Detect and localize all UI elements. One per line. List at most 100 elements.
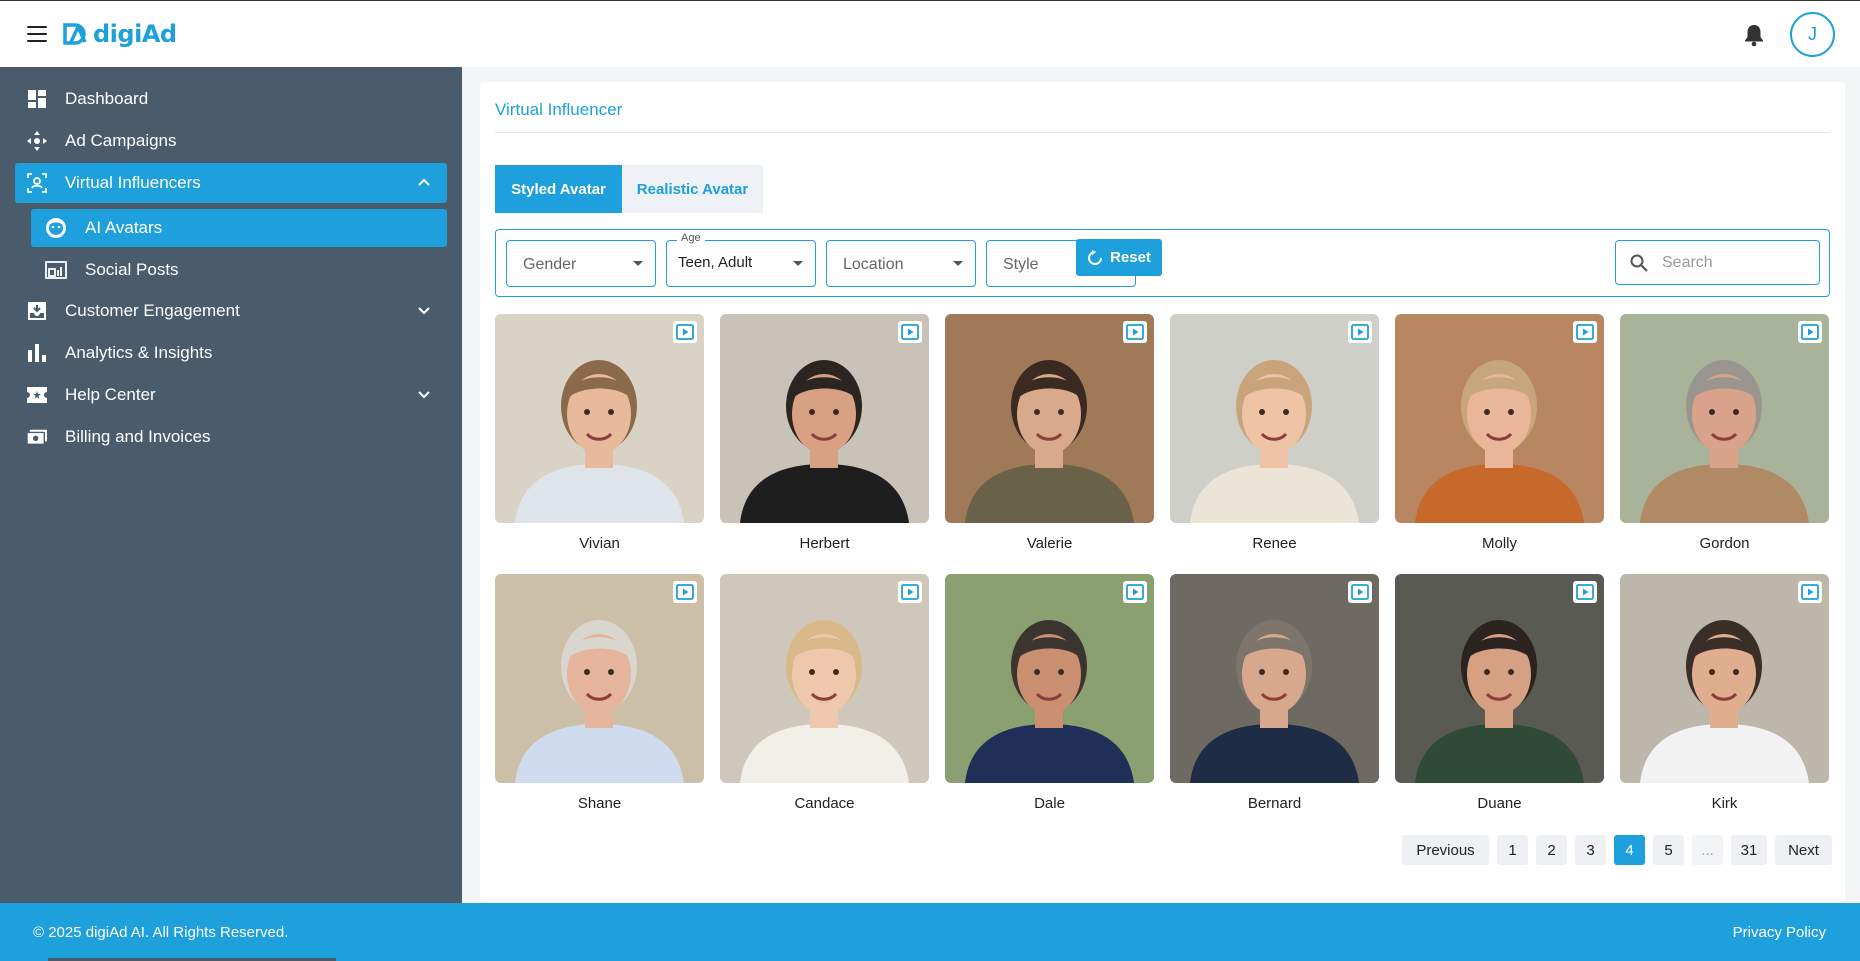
- chevron-down-icon[interactable]: [417, 303, 431, 317]
- page-5-button[interactable]: 5: [1653, 835, 1684, 865]
- avatar-card[interactable]: Valerie: [945, 314, 1154, 552]
- sidebar-item-label: AI Avatars: [85, 218, 163, 237]
- sidebar-item-customer-engagement[interactable]: Customer Engagement: [15, 291, 447, 331]
- avatar-photo[interactable]: [495, 574, 704, 783]
- refresh-icon: [1088, 249, 1103, 265]
- search-input[interactable]: [1662, 253, 1802, 272]
- page-31-button[interactable]: 31: [1731, 835, 1767, 865]
- avatar-card[interactable]: Molly: [1395, 314, 1604, 552]
- avatar-card[interactable]: Herbert: [720, 314, 929, 552]
- avatar-photo[interactable]: [1620, 574, 1829, 783]
- page-4-button[interactable]: 4: [1614, 835, 1645, 865]
- footer: © 2025 digiAd AI. All Rights Reserved. P…: [0, 903, 1860, 961]
- avatar-card[interactable]: Dale: [945, 574, 1154, 812]
- avatar-card[interactable]: Renee: [1170, 314, 1379, 552]
- copyright: © 2025 digiAd AI. All Rights Reserved.: [33, 924, 289, 941]
- search-box: [1615, 240, 1820, 285]
- avatar-card[interactable]: Bernard: [1170, 574, 1379, 812]
- video-play-icon[interactable]: [673, 321, 697, 343]
- gender-placeholder: Gender: [523, 256, 577, 273]
- avatar-card[interactable]: Candace: [720, 574, 929, 812]
- avatar-photo[interactable]: [1395, 574, 1604, 783]
- video-play-icon[interactable]: [898, 581, 922, 603]
- avatar-portrait-image: [720, 314, 929, 523]
- chevron-down-icon[interactable]: [417, 387, 431, 401]
- sidebar-item-ad-campaigns[interactable]: Ad Campaigns: [15, 121, 447, 161]
- sidebar-item-ai-avatars[interactable]: AI Avatars: [31, 209, 447, 247]
- avatar-photo[interactable]: [720, 574, 929, 783]
- age-value: Teen, Adult: [678, 254, 753, 271]
- avatar-photo[interactable]: [495, 314, 704, 523]
- avatar-portrait-image: [1395, 574, 1604, 783]
- avatar-name: Shane: [577, 795, 622, 812]
- video-play-icon[interactable]: [1348, 321, 1372, 343]
- video-play-icon[interactable]: [1573, 321, 1597, 343]
- avatar-portrait-image: [495, 314, 704, 523]
- next-page-button[interactable]: Next: [1775, 835, 1832, 865]
- menu-icon[interactable]: [27, 26, 47, 42]
- social-posts-icon: [45, 259, 67, 281]
- tab-styled-avatar[interactable]: Styled Avatar: [495, 165, 622, 213]
- video-play-icon[interactable]: [1798, 321, 1822, 343]
- video-play-icon[interactable]: [1348, 581, 1372, 603]
- avatar-name: Renee: [1252, 535, 1297, 552]
- avatar-name: Duane: [1477, 795, 1522, 812]
- avatar-card[interactable]: Gordon: [1620, 314, 1829, 552]
- sidebar-item-dashboard[interactable]: Dashboard: [15, 79, 447, 119]
- avatar-name: Bernard: [1247, 795, 1302, 812]
- avatar-photo[interactable]: [1170, 574, 1379, 783]
- previous-page-button[interactable]: Previous: [1402, 835, 1489, 865]
- page-1-button[interactable]: 1: [1497, 835, 1528, 865]
- video-play-icon[interactable]: [898, 321, 922, 343]
- avatar-photo[interactable]: [1620, 314, 1829, 523]
- engagement-icon: [27, 301, 47, 321]
- video-play-icon[interactable]: [1798, 581, 1822, 603]
- page-ellipsis: ...: [1692, 835, 1723, 865]
- reset-button[interactable]: Reset: [1076, 239, 1162, 276]
- user-initial: J: [1808, 24, 1817, 44]
- location-select[interactable]: Location: [826, 240, 976, 287]
- avatar-card[interactable]: Kirk: [1620, 574, 1829, 812]
- page-2-button[interactable]: 2: [1536, 835, 1567, 865]
- avatar-photo[interactable]: [945, 574, 1154, 783]
- avatar-card[interactable]: Vivian: [495, 314, 704, 552]
- avatar-card[interactable]: Duane: [1395, 574, 1604, 812]
- avatar-name: Valerie: [1026, 535, 1073, 552]
- avatar-name: Molly: [1481, 535, 1517, 552]
- privacy-policy-link[interactable]: Privacy Policy: [1733, 924, 1826, 941]
- sidebar-item-label: Billing and Invoices: [65, 427, 211, 446]
- sidebar-item-social-posts[interactable]: Social Posts: [31, 251, 447, 289]
- sidebar-item-analytics[interactable]: Analytics & Insights: [15, 333, 447, 373]
- age-select[interactable]: Age Teen, Adult: [666, 232, 816, 287]
- video-play-icon[interactable]: [1573, 581, 1597, 603]
- sidebar-item-virtual-influencers[interactable]: Virtual Influencers: [15, 163, 447, 203]
- avatar-photo[interactable]: [945, 314, 1154, 523]
- sidebar-item-label: Analytics & Insights: [65, 343, 213, 362]
- avatar-photo[interactable]: [1170, 314, 1379, 523]
- video-play-icon[interactable]: [673, 581, 697, 603]
- user-avatar[interactable]: J: [1790, 12, 1835, 57]
- avatar-name: Kirk: [1711, 795, 1738, 812]
- logo-mark-icon: [63, 22, 87, 45]
- avatar-photo[interactable]: [720, 314, 929, 523]
- analytics-icon: [27, 343, 47, 363]
- avatar-portrait-image: [720, 574, 929, 783]
- avatar-card[interactable]: Shane: [495, 574, 704, 812]
- avatar-portrait-image: [1620, 574, 1829, 783]
- video-play-icon[interactable]: [1123, 321, 1147, 343]
- avatar-photo[interactable]: [1395, 314, 1604, 523]
- notification-bell-icon[interactable]: [1743, 23, 1765, 47]
- sidebar-item-billing[interactable]: Billing and Invoices: [15, 417, 447, 457]
- tab-realistic-avatar[interactable]: Realistic Avatar: [622, 165, 763, 213]
- video-play-icon[interactable]: [1123, 581, 1147, 603]
- chevron-up-icon[interactable]: [417, 175, 431, 189]
- sidebar-item-help-center[interactable]: Help Center: [15, 375, 447, 415]
- age-label: Age: [677, 232, 705, 244]
- sidebar-item-label: Customer Engagement: [65, 301, 240, 320]
- campaigns-icon: [27, 131, 47, 151]
- gender-select[interactable]: Gender: [506, 240, 656, 287]
- page-3-button[interactable]: 3: [1575, 835, 1606, 865]
- sidebar-item-label: Ad Campaigns: [65, 131, 177, 150]
- logo[interactable]: digiAd: [61, 20, 177, 48]
- avatar-name: Vivian: [579, 535, 620, 552]
